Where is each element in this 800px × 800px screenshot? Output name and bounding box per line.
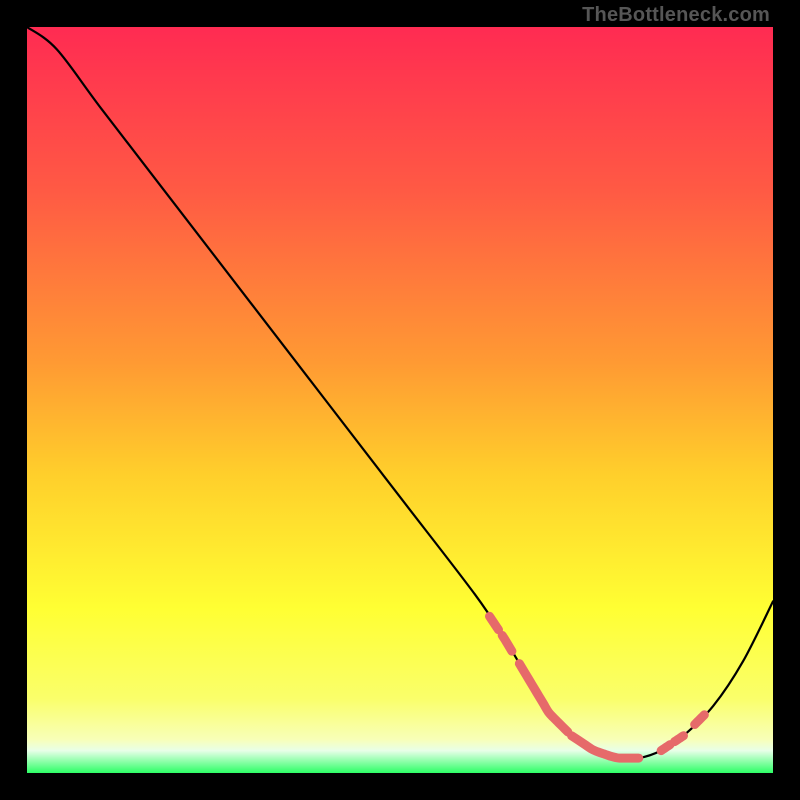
watermark: TheBottleneck.com [582, 4, 770, 27]
gradient-rect [27, 27, 773, 773]
highlight-segment [661, 745, 670, 751]
chart-frame: TheBottleneck.com [0, 0, 800, 800]
chart-svg [27, 27, 773, 773]
plot-area [27, 27, 773, 773]
highlight-segment [675, 736, 684, 742]
